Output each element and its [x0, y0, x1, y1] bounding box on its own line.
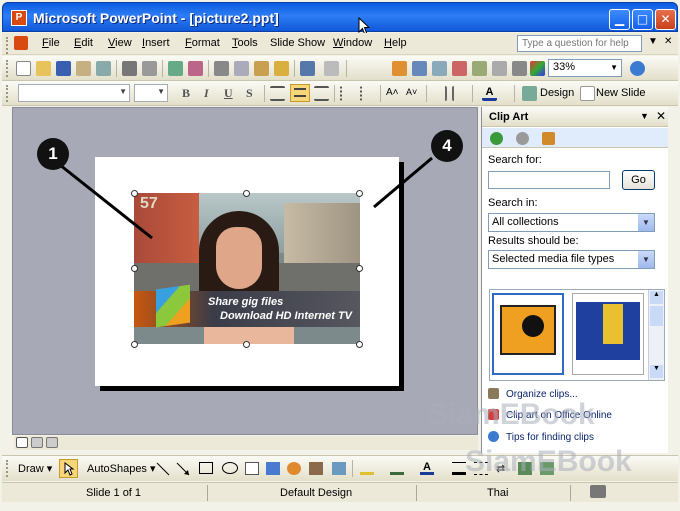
scroll-down-icon[interactable]: ▼ — [650, 365, 663, 378]
task-pane-nav — [482, 128, 668, 148]
pane-close-icon[interactable]: ✕ — [656, 109, 666, 123]
slide-show-view-icon[interactable] — [46, 437, 58, 448]
results-scrollbar[interactable]: ▲ ▼ — [648, 290, 664, 380]
help-tip-icon — [488, 431, 499, 442]
draw-font-color-icon[interactable]: A — [420, 462, 434, 475]
line-tool-icon[interactable] — [156, 462, 170, 476]
back-icon[interactable] — [490, 132, 503, 145]
home-icon[interactable] — [542, 132, 555, 145]
clip-art-online-link[interactable]: Clip art on Office Online — [488, 409, 612, 421]
autoshapes-menu-button[interactable]: AutoShapes ▾ — [87, 462, 156, 475]
callout-marker-4: 4 — [431, 130, 463, 162]
line-color-icon[interactable] — [390, 462, 404, 475]
spell-check-status-icon[interactable] — [590, 485, 606, 498]
tips-finding-clips-link[interactable]: Tips for finding clips — [488, 431, 594, 443]
status-divider — [416, 485, 417, 501]
gear-icon — [522, 315, 544, 337]
view-buttons-bar — [14, 436, 478, 450]
search-for-label: Search for: — [488, 154, 542, 166]
slide-sorter-view-icon[interactable] — [31, 437, 43, 448]
status-bar: Slide 1 of 1 Default Design Thai — [2, 482, 678, 502]
design-status: Default Design — [280, 487, 353, 499]
scroll-up-icon[interactable]: ▲ — [650, 291, 663, 304]
toolbar-grip[interactable] — [6, 460, 9, 477]
clip-art-task-pane: Clip Art ▼ ✕ Search for: Go Search in: A… — [481, 107, 668, 453]
arrow-tool-icon[interactable] — [176, 462, 190, 476]
select-objects-icon[interactable] — [59, 459, 78, 478]
task-pane-header: Clip Art ▼ ✕ — [482, 107, 668, 127]
clip-thumbnail-1[interactable] — [492, 293, 564, 375]
pane-menu-icon[interactable]: ▼ — [640, 111, 649, 121]
draw-menu-button[interactable]: Draw ▾ — [18, 462, 52, 475]
clip-figure-image — [603, 304, 623, 344]
3d-style-icon[interactable] — [540, 462, 554, 475]
line-style-icon[interactable] — [452, 462, 466, 475]
go-button[interactable]: Go — [622, 170, 655, 190]
results-type-select[interactable]: Selected media file types ▼ — [488, 250, 655, 269]
drawing-toolbar: Draw ▾ AutoShapes ▾ A ⇄ — [2, 455, 678, 481]
separator — [352, 460, 353, 477]
clip-results-list: ▲ ▼ — [489, 289, 665, 381]
rectangle-tool-icon[interactable] — [199, 462, 213, 474]
clip-thumbnail-2[interactable] — [572, 293, 644, 375]
scroll-thumb[interactable] — [650, 306, 663, 326]
search-for-input[interactable] — [488, 171, 610, 189]
results-label: Results should be: — [488, 235, 579, 247]
chevron-down-icon: ▼ — [638, 214, 654, 231]
dash-style-icon[interactable] — [474, 462, 488, 475]
language-status: Thai — [487, 487, 509, 499]
organize-clips-link[interactable]: Organize clips... — [488, 388, 578, 400]
forward-icon[interactable] — [516, 132, 529, 145]
wordart-icon[interactable] — [266, 462, 280, 475]
fill-color-icon[interactable] — [360, 462, 374, 475]
insert-picture-icon[interactable] — [332, 462, 346, 475]
arrow-style-icon[interactable]: ⇄ — [496, 462, 510, 475]
chevron-down-icon: ▼ — [638, 251, 654, 268]
textbox-tool-icon[interactable] — [245, 462, 259, 475]
oval-tool-icon[interactable] — [222, 462, 238, 474]
normal-view-icon[interactable] — [16, 437, 28, 448]
organize-clips-icon — [488, 388, 499, 399]
callout-marker-1: 1 — [37, 138, 69, 170]
search-in-select[interactable]: All collections ▼ — [488, 213, 655, 232]
insert-clip-art-icon[interactable] — [309, 462, 323, 475]
diagram-icon[interactable] — [287, 462, 301, 475]
powerpoint-window: P Microsoft PowerPoint - [picture2.ppt] … — [0, 0, 680, 511]
status-divider — [570, 485, 571, 501]
search-in-label: Search in: — [488, 197, 538, 209]
status-divider — [207, 485, 208, 501]
shadow-style-icon[interactable] — [518, 462, 532, 475]
online-clip-icon — [488, 409, 499, 420]
task-pane-title: Clip Art — [489, 111, 529, 123]
slide-count-status: Slide 1 of 1 — [86, 487, 142, 499]
